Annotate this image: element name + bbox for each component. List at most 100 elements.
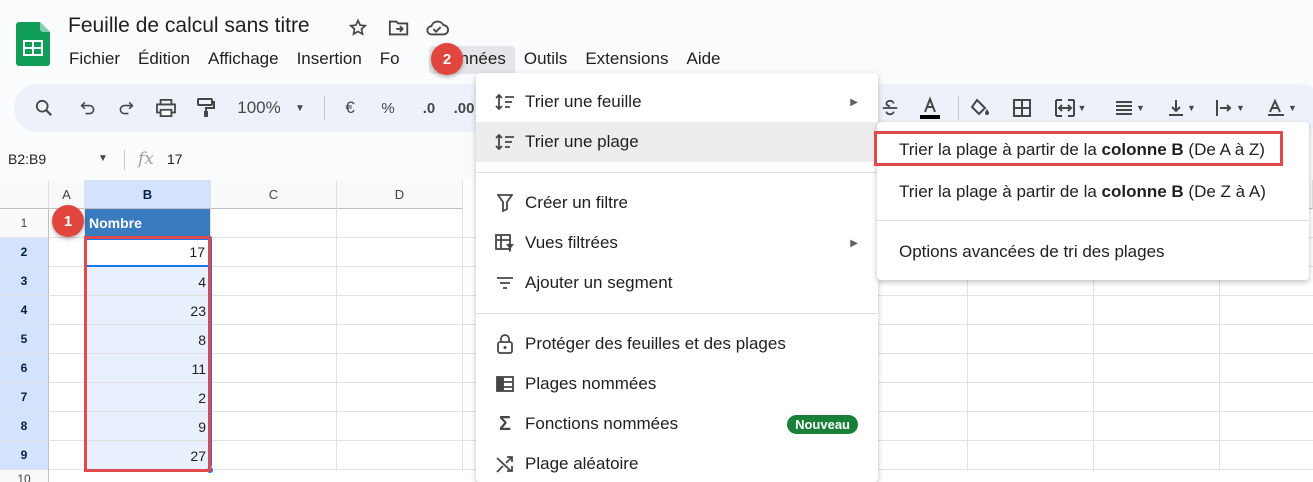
- column-header-c[interactable]: C: [211, 180, 337, 209]
- text-color-icon[interactable]: [916, 96, 944, 120]
- step-badge-2: 2: [431, 43, 463, 75]
- menu-item-add-slicer[interactable]: Ajouter un segment: [476, 263, 878, 303]
- sort-za-prefix: Trier la plage à partir de la: [899, 182, 1102, 201]
- menu-aide[interactable]: Aide: [677, 46, 729, 74]
- cell[interactable]: [49, 267, 85, 296]
- row-header-6[interactable]: 6: [0, 354, 49, 383]
- zoom-value[interactable]: 100%: [234, 96, 284, 120]
- row-header-8[interactable]: 8: [0, 412, 49, 441]
- menu-item-sort-range[interactable]: Trier une plage: [476, 122, 878, 162]
- advanced-sort-options[interactable]: Options avancées de tri des plages: [877, 232, 1309, 272]
- move-to-folder-icon[interactable]: [387, 16, 411, 40]
- strikethrough-icon[interactable]: [878, 96, 902, 120]
- decrease-decimal-button[interactable]: .0: [414, 96, 444, 120]
- row-header-4[interactable]: 4: [0, 296, 49, 325]
- paint-format-icon[interactable]: [194, 96, 218, 120]
- cell[interactable]: [49, 296, 85, 325]
- row-header-9[interactable]: 9: [0, 441, 49, 470]
- submenu-arrow-icon: ▶: [850, 96, 858, 108]
- fill-color-icon[interactable]: [968, 96, 992, 120]
- menu-item-filter-views[interactable]: Vues filtrées ▶: [476, 223, 878, 263]
- menu-item-sort-sheet[interactable]: Trier une feuille ▶: [476, 82, 878, 122]
- menu-item-label: Trier une plage: [525, 132, 639, 151]
- new-badge: Nouveau: [787, 414, 858, 434]
- row-header-2[interactable]: 2: [0, 238, 49, 267]
- zoom-dropdown-icon[interactable]: ▼: [294, 96, 306, 120]
- column-header-d[interactable]: D: [337, 180, 463, 209]
- menu-bar: Fichier Édition Affichage Insertion Fo D…: [60, 46, 730, 74]
- menu-affichage[interactable]: Affichage: [199, 46, 288, 74]
- formula-input[interactable]: 17: [167, 151, 183, 167]
- undo-icon[interactable]: [76, 96, 100, 120]
- cell[interactable]: [49, 383, 85, 412]
- formula-divider: [124, 150, 125, 170]
- sigma-icon: Σ: [498, 412, 511, 435]
- search-menus-icon[interactable]: [32, 96, 56, 120]
- filter-views-icon: [494, 232, 516, 254]
- text-wrapping-icon[interactable]: ▼: [1210, 96, 1250, 120]
- menu-item-label: Trier une feuille: [525, 92, 642, 111]
- menu-item-label: Plages nommées: [525, 374, 657, 393]
- menu-item-named-functions[interactable]: Σ Fonctions nommées Nouveau: [476, 404, 878, 444]
- borders-icon[interactable]: [1010, 96, 1034, 120]
- menu-item-label: Ajouter un segment: [525, 273, 673, 292]
- cloud-saved-icon[interactable]: [425, 16, 449, 40]
- donnees-menu: Trier une feuille ▶ Trier une plage Crée…: [476, 73, 878, 482]
- redo-icon[interactable]: [114, 96, 138, 120]
- slicer-icon: [494, 272, 516, 294]
- menu-divider: [877, 220, 1309, 221]
- currency-format-button[interactable]: €: [338, 96, 362, 120]
- sort-icon: [494, 91, 516, 113]
- menu-item-label: Créer un filtre: [525, 193, 628, 212]
- row-header-7[interactable]: 7: [0, 383, 49, 412]
- cell-b1-header[interactable]: Nombre: [85, 209, 211, 238]
- cell[interactable]: [49, 412, 85, 441]
- sheets-logo-icon[interactable]: [16, 22, 50, 66]
- row-header-10[interactable]: 10: [0, 470, 49, 482]
- menu-item-label: Plage aléatoire: [525, 454, 639, 473]
- sort-range-z-to-a[interactable]: Trier la plage à partir de la colonne B …: [877, 172, 1309, 212]
- star-icon[interactable]: [346, 16, 370, 40]
- row-header-5[interactable]: 5: [0, 325, 49, 354]
- cell[interactable]: [49, 238, 85, 267]
- text-rotation-icon[interactable]: ▼: [1260, 96, 1304, 120]
- menu-extensions[interactable]: Extensions: [576, 46, 677, 74]
- document-title[interactable]: Feuille de calcul sans titre: [68, 14, 310, 38]
- row-header-3[interactable]: 3: [0, 267, 49, 296]
- merge-cells-icon[interactable]: ▼: [1050, 96, 1090, 120]
- menu-outils[interactable]: Outils: [515, 46, 576, 74]
- annotation-highlight-box: [874, 131, 1283, 166]
- lock-icon: [494, 333, 516, 355]
- menu-edition[interactable]: Édition: [129, 46, 199, 74]
- sort-range-submenu: Trier la plage à partir de la colonne B …: [874, 122, 1309, 280]
- cell[interactable]: [49, 441, 85, 470]
- cell[interactable]: [49, 354, 85, 383]
- menu-item-protect[interactable]: Protéger des feuilles et des plages: [476, 324, 878, 364]
- sheets-app: Feuille de calcul sans titre Fichier Édi…: [0, 0, 1313, 482]
- menu-item-label: Fonctions nommées: [525, 414, 679, 433]
- sort-za-column: colonne B: [1101, 182, 1184, 201]
- select-all-corner[interactable]: [0, 180, 49, 209]
- menu-item-named-ranges[interactable]: Plages nommées: [476, 364, 878, 404]
- filter-icon: [494, 192, 516, 214]
- menu-item-create-filter[interactable]: Créer un filtre: [476, 183, 878, 223]
- named-ranges-icon: [494, 373, 516, 395]
- vertical-align-icon[interactable]: ▼: [1162, 96, 1202, 120]
- name-box-dropdown-icon[interactable]: ▼: [98, 153, 108, 164]
- menu-insertion[interactable]: Insertion: [288, 46, 371, 74]
- menu-item-label: Protéger des feuilles et des plages: [525, 334, 786, 353]
- row-header-1[interactable]: 1: [0, 209, 49, 238]
- name-box[interactable]: B2:B9: [8, 151, 46, 167]
- menu-fichier[interactable]: Fichier: [60, 46, 129, 74]
- menu-divider: [476, 313, 878, 314]
- increase-decimal-button[interactable]: .00: [454, 96, 474, 120]
- menu-format[interactable]: Fo: [371, 46, 429, 74]
- sort-icon: [494, 131, 516, 153]
- empty-cells[interactable]: [211, 209, 476, 471]
- percent-format-button[interactable]: %: [376, 96, 400, 120]
- print-icon[interactable]: [154, 96, 178, 120]
- menu-item-randomize-range[interactable]: Plage aléatoire: [476, 444, 878, 482]
- column-header-b[interactable]: B: [85, 180, 211, 209]
- horizontal-align-icon[interactable]: ▼: [1110, 96, 1150, 120]
- cell[interactable]: [49, 325, 85, 354]
